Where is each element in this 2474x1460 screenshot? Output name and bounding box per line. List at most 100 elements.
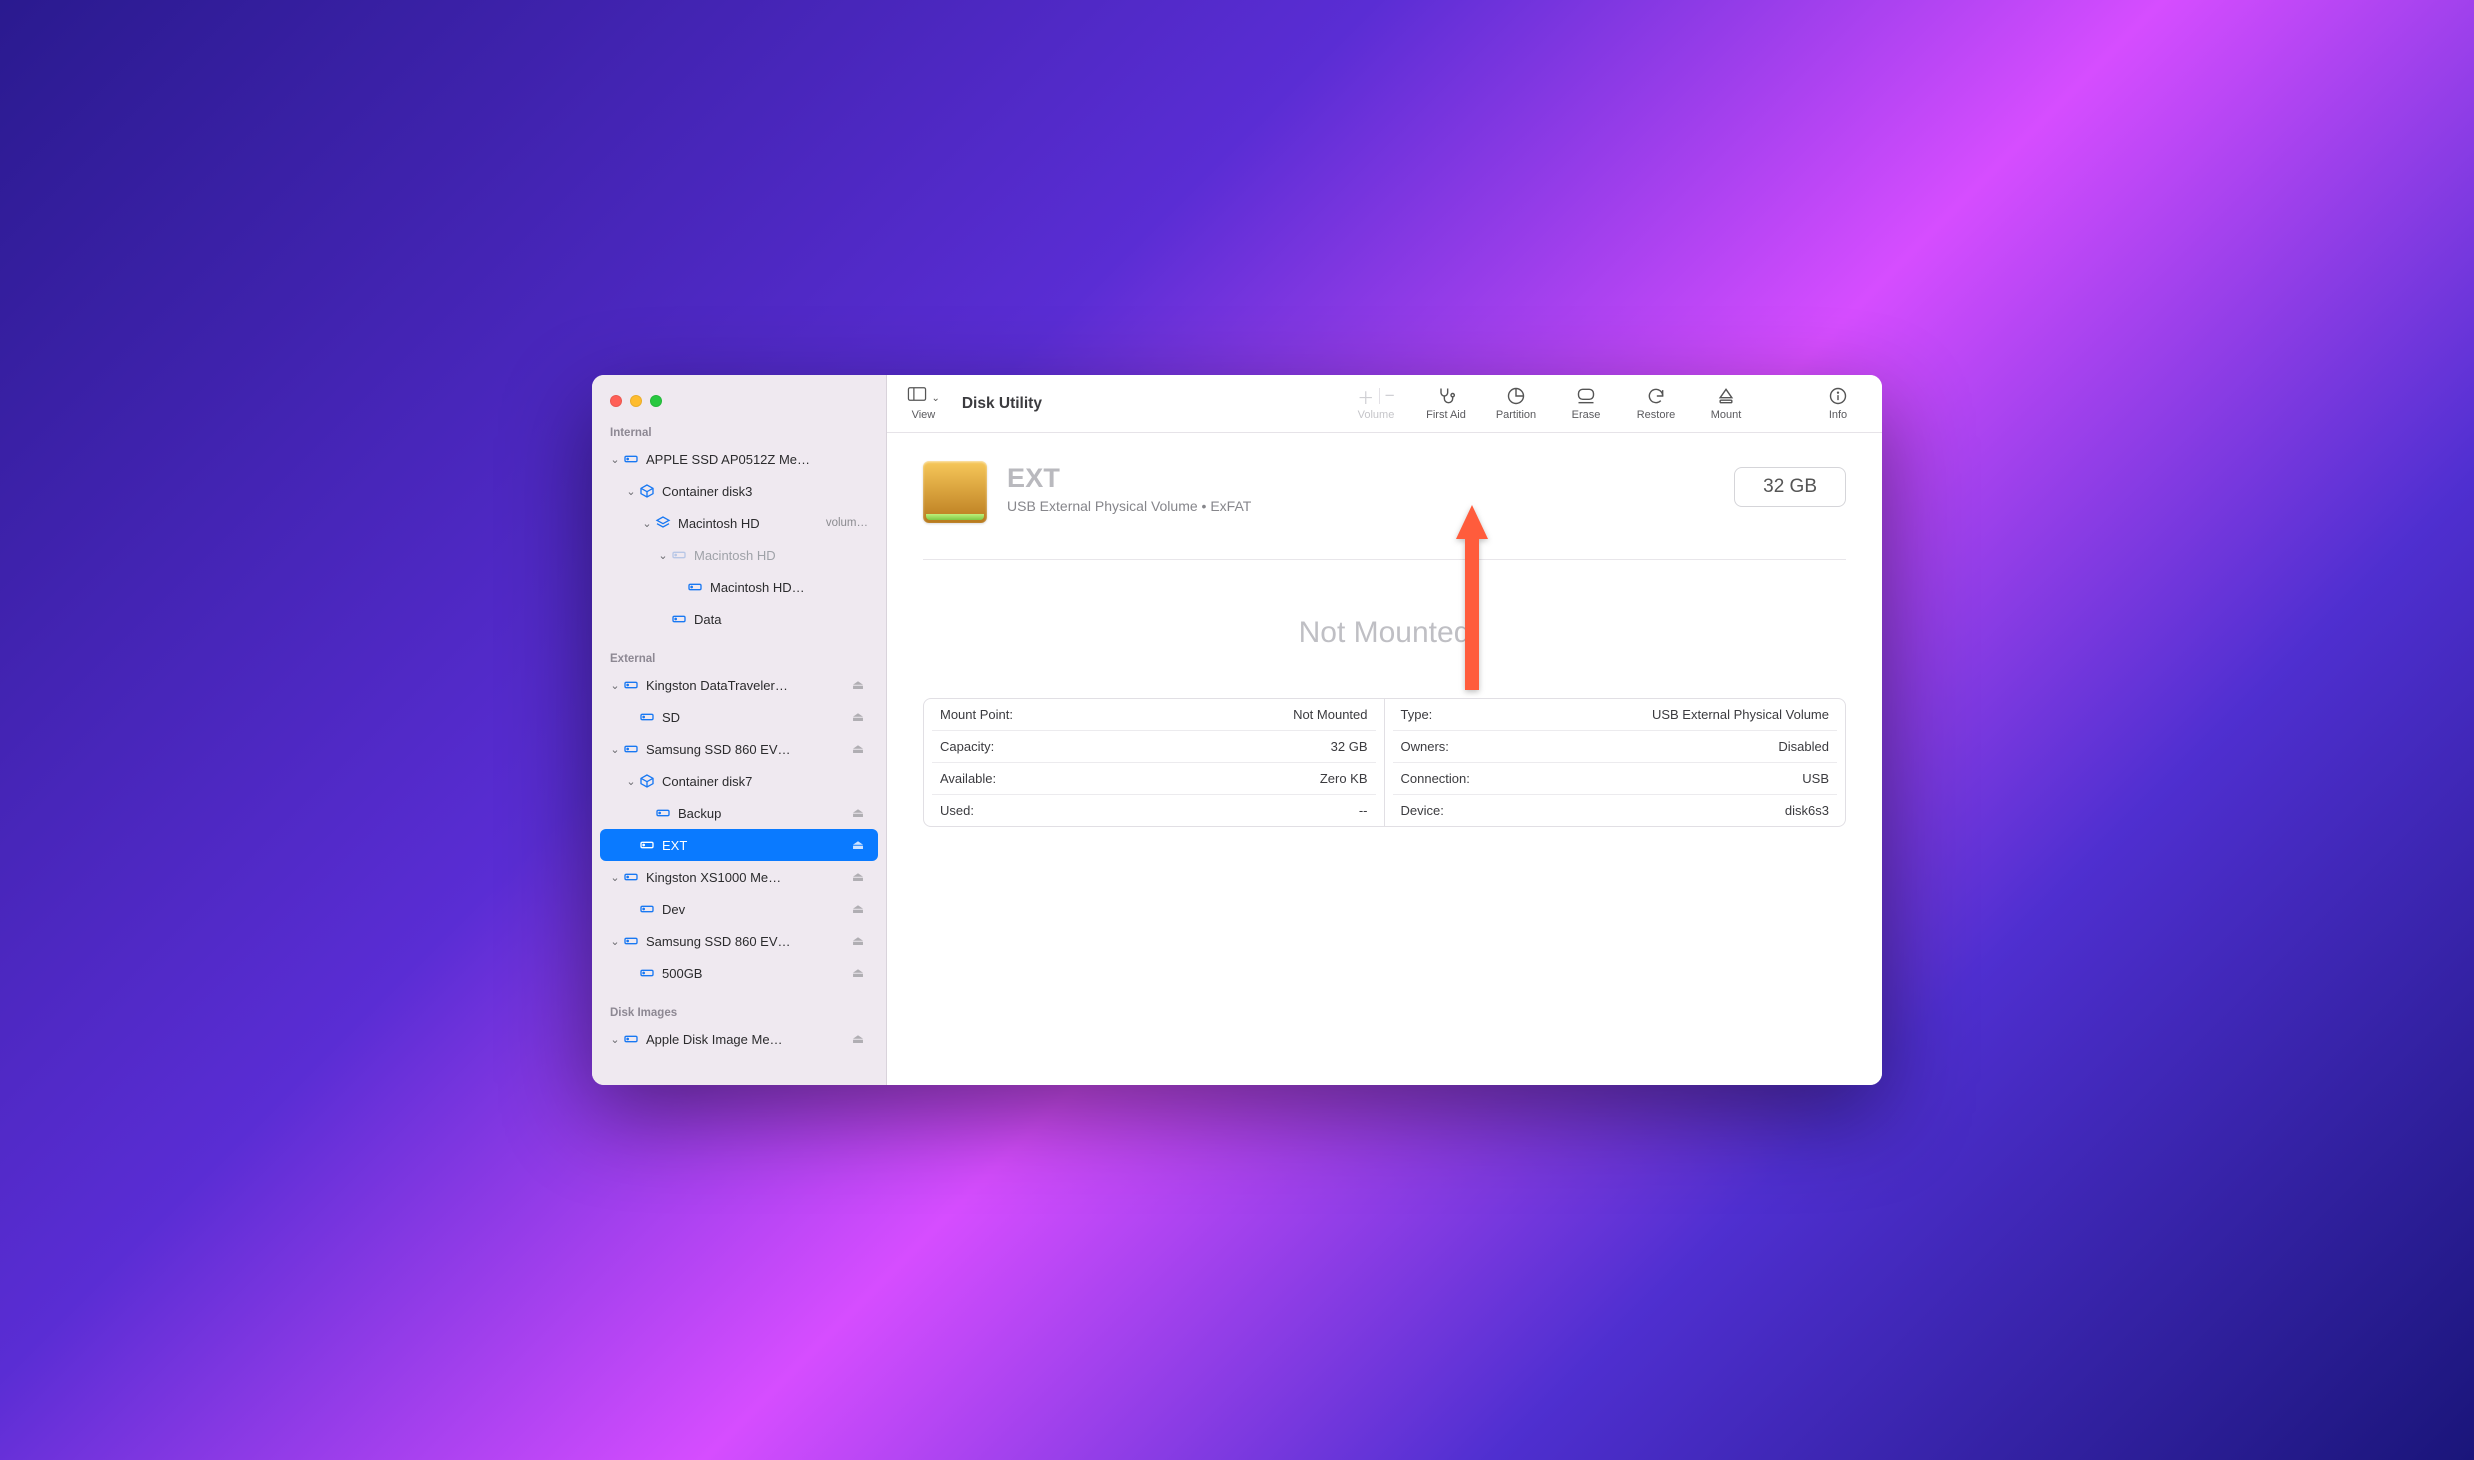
sidebar-item-kingston-datatraveler[interactable]: ⌄ Kingston DataTraveler… ⏏ xyxy=(600,669,878,701)
chevron-down-icon[interactable]: ⌄ xyxy=(656,549,670,562)
toolbar-restore-button[interactable]: Restore xyxy=(1630,386,1682,421)
volume-header: EXT USB External Physical Volume • ExFAT… xyxy=(923,461,1846,523)
sidebar-item-macintosh-hd-data-snapshot[interactable]: Macintosh HD… xyxy=(600,571,878,603)
toolbar-erase-button[interactable]: Erase xyxy=(1560,386,1612,421)
eject-icon[interactable]: ⏏ xyxy=(848,965,868,981)
table-row: Type:USB External Physical Volume xyxy=(1393,699,1838,731)
volume-name: EXT xyxy=(1007,463,1251,494)
volume-subtitle: USB External Physical Volume • ExFAT xyxy=(1007,498,1251,514)
eject-icon[interactable]: ⏏ xyxy=(848,933,868,949)
table-row: Capacity:32 GB xyxy=(932,731,1376,763)
hard-drive-icon xyxy=(622,741,640,757)
sidebar-item-label: Kingston XS1000 Me… xyxy=(640,870,848,885)
sidebar-item-label: Macintosh HD… xyxy=(704,580,868,595)
close-window-button[interactable] xyxy=(610,395,622,407)
sidebar-section-internal: Internal xyxy=(592,421,886,443)
toolbar-view-menu[interactable]: ⌄ View xyxy=(907,387,940,421)
eject-icon[interactable]: ⏏ xyxy=(848,677,868,693)
sidebar-item-label: Data xyxy=(688,612,868,627)
sidebar-item-label: Kingston DataTraveler… xyxy=(640,678,848,693)
toolbar-view-label: View xyxy=(912,409,936,421)
chevron-down-icon[interactable]: ⌄ xyxy=(608,453,622,466)
sidebar-item-kingston-xs1000[interactable]: ⌄ Kingston XS1000 Me… ⏏ xyxy=(600,861,878,893)
toolbar-first-aid-label: First Aid xyxy=(1426,409,1466,421)
sidebar-item-label: SD xyxy=(656,710,848,725)
annotation-arrow xyxy=(1452,505,1492,690)
sidebar-tree-images: ⌄ Apple Disk Image Me… ⏏ xyxy=(592,1023,886,1055)
toolbar-restore-label: Restore xyxy=(1637,409,1676,421)
sidebar-toggle-icon: ⌄ xyxy=(907,387,940,406)
toolbar-info-button[interactable]: Info xyxy=(1812,386,1864,421)
sidebar-item-label: APPLE SSD AP0512Z Me… xyxy=(640,452,868,467)
sidebar-item-sublabel: volum… xyxy=(822,517,868,529)
sidebar-item-backup[interactable]: Backup ⏏ xyxy=(600,797,878,829)
chevron-down-icon[interactable]: ⌄ xyxy=(608,935,622,948)
sidebar-item-label: Container disk7 xyxy=(656,774,868,789)
eject-icon[interactable]: ⏏ xyxy=(848,901,868,917)
chevron-down-icon[interactable]: ⌄ xyxy=(608,743,622,756)
eject-icon[interactable]: ⏏ xyxy=(848,1031,868,1047)
stethoscope-icon xyxy=(1436,386,1456,406)
hard-drive-icon xyxy=(622,933,640,949)
volume-status-text: Not Mounted xyxy=(923,616,1846,650)
sidebar-section-external: External xyxy=(592,647,886,669)
chevron-down-icon[interactable]: ⌄ xyxy=(624,775,638,788)
volume-content: EXT USB External Physical Volume • ExFAT… xyxy=(887,433,1882,1085)
sidebar-item-label: Backup xyxy=(672,806,848,821)
sidebar: Internal ⌄ APPLE SSD AP0512Z Me… ⌄ Conta… xyxy=(592,375,887,1085)
eject-icon[interactable]: ⏏ xyxy=(848,709,868,725)
toolbar-partition-label: Partition xyxy=(1496,409,1536,421)
toolbar-partition-button[interactable]: Partition xyxy=(1490,386,1542,421)
app-title: Disk Utility xyxy=(962,395,1042,413)
disk-utility-window: Internal ⌄ APPLE SSD AP0512Z Me… ⌄ Conta… xyxy=(592,375,1882,1085)
info-icon xyxy=(1828,386,1848,406)
table-row: Used:-- xyxy=(932,795,1376,826)
plus-minus-icon: ＋ − xyxy=(1357,386,1394,406)
sidebar-item-label: 500GB xyxy=(656,966,848,981)
sidebar-item-ext[interactable]: EXT ⏏ xyxy=(600,829,878,861)
table-row: Available:Zero KB xyxy=(932,763,1376,795)
sidebar-item-samsung-ssd-b[interactable]: ⌄ Samsung SSD 860 EV… ⏏ xyxy=(600,925,878,957)
sidebar-item-apple-disk-image[interactable]: ⌄ Apple Disk Image Me… ⏏ xyxy=(600,1023,878,1055)
chevron-down-icon[interactable]: ⌄ xyxy=(608,1033,622,1046)
hard-drive-icon xyxy=(638,965,656,981)
sidebar-item-macintosh-hd-volume-group[interactable]: ⌄ Macintosh HD volum… xyxy=(600,507,878,539)
table-row: Connection:USB xyxy=(1393,763,1838,795)
sidebar-item-dev[interactable]: Dev ⏏ xyxy=(600,893,878,925)
sidebar-item-container-disk3[interactable]: ⌄ Container disk3 xyxy=(600,475,878,507)
details-right-column: Type:USB External Physical Volume Owners… xyxy=(1385,699,1846,826)
eject-icon[interactable]: ⏏ xyxy=(848,837,868,853)
chevron-down-icon[interactable]: ⌄ xyxy=(608,871,622,884)
zoom-window-button[interactable] xyxy=(650,395,662,407)
sidebar-item-macintosh-hd-snapshot[interactable]: ⌄ Macintosh HD xyxy=(600,539,878,571)
sidebar-item-label: Macintosh HD xyxy=(688,548,868,563)
sidebar-item-samsung-ssd-a[interactable]: ⌄ Samsung SSD 860 EV… ⏏ xyxy=(600,733,878,765)
hard-drive-icon xyxy=(654,805,672,821)
toolbar-volume-label: Volume xyxy=(1358,409,1395,421)
hard-drive-icon xyxy=(638,837,656,853)
sidebar-item-data[interactable]: Data xyxy=(600,603,878,635)
toolbar-first-aid-button[interactable]: First Aid xyxy=(1420,386,1472,421)
chevron-down-icon[interactable]: ⌄ xyxy=(640,517,654,530)
eject-icon[interactable]: ⏏ xyxy=(848,869,868,885)
container-icon xyxy=(638,483,656,499)
hard-drive-icon xyxy=(622,1031,640,1047)
sidebar-tree-internal: ⌄ APPLE SSD AP0512Z Me… ⌄ Container disk… xyxy=(592,443,886,635)
sidebar-item-sd[interactable]: SD ⏏ xyxy=(600,701,878,733)
sidebar-item-container-disk7[interactable]: ⌄ Container disk7 xyxy=(600,765,878,797)
chevron-down-icon[interactable]: ⌄ xyxy=(624,485,638,498)
sidebar-item-apple-ssd[interactable]: ⌄ APPLE SSD AP0512Z Me… xyxy=(600,443,878,475)
minimize-window-button[interactable] xyxy=(630,395,642,407)
sidebar-item-label: Container disk3 xyxy=(656,484,868,499)
restore-icon xyxy=(1646,386,1666,406)
sidebar-item-label: EXT xyxy=(656,838,848,853)
sidebar-tree-external: ⌄ Kingston DataTraveler… ⏏ SD ⏏ ⌄ Samsun… xyxy=(592,669,886,989)
hard-drive-icon xyxy=(670,611,688,627)
sidebar-item-500gb[interactable]: 500GB ⏏ xyxy=(600,957,878,989)
chevron-down-icon[interactable]: ⌄ xyxy=(608,679,622,692)
eject-icon[interactable]: ⏏ xyxy=(848,741,868,757)
toolbar: ⌄ View Disk Utility ＋ − Volume First Aid… xyxy=(887,375,1882,433)
eject-icon[interactable]: ⏏ xyxy=(848,805,868,821)
hard-drive-icon xyxy=(670,547,688,563)
toolbar-mount-button[interactable]: Mount xyxy=(1700,386,1752,421)
